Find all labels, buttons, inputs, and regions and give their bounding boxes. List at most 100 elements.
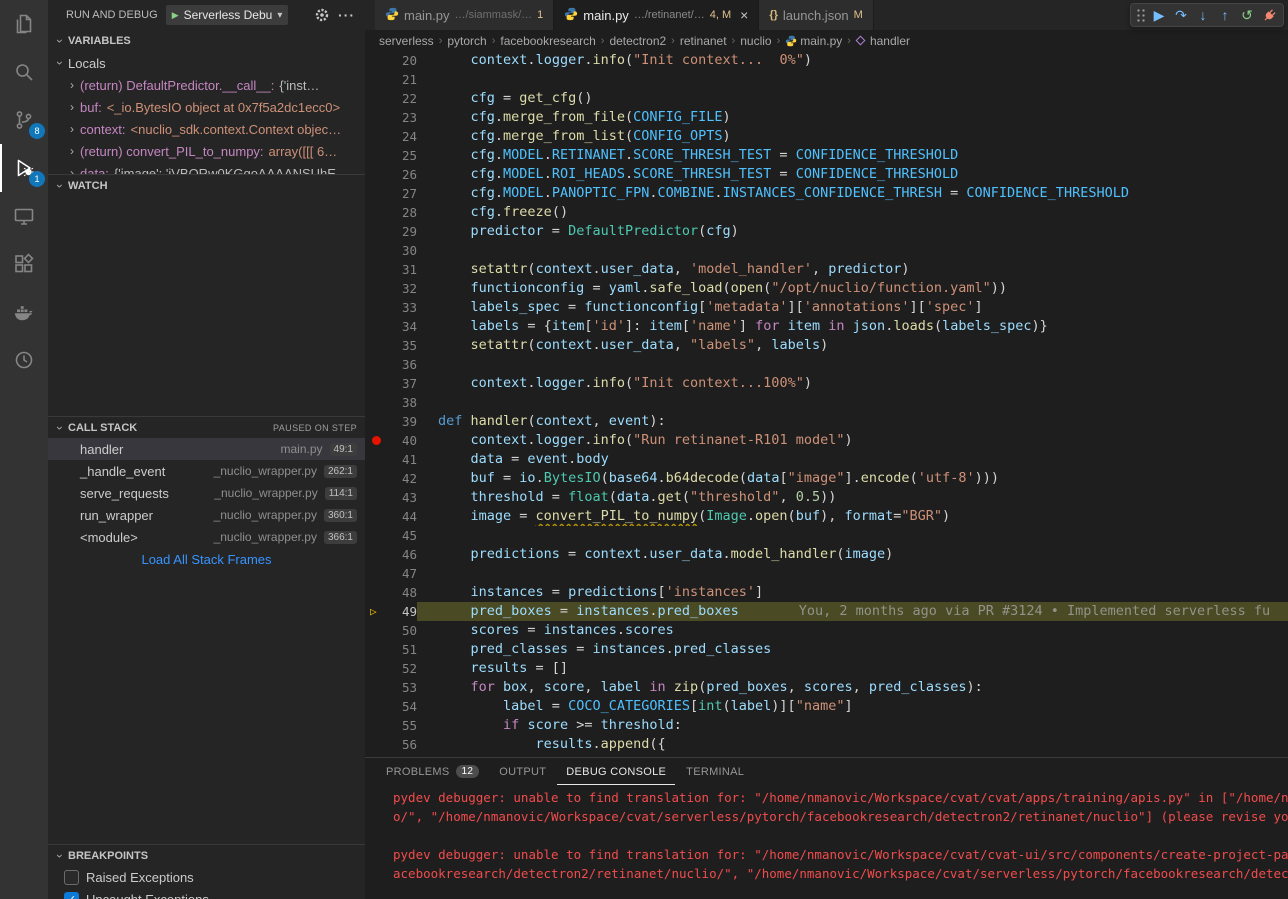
breakpoint-margin[interactable] xyxy=(365,621,389,640)
stack-frame[interactable]: run_wrapper _nuclio_wrapper.py 360:1 xyxy=(48,504,365,526)
code-text: context.logger.info("Init context...100%… xyxy=(417,374,1288,393)
gear-icon[interactable] xyxy=(314,7,330,23)
breadcrumb-item[interactable]: detectron2 xyxy=(609,34,666,48)
breakpoint-icon[interactable] xyxy=(365,431,389,450)
breakpoint-margin[interactable] xyxy=(365,260,389,279)
breakpoint-margin[interactable] xyxy=(365,678,389,697)
breakpoint-margin[interactable] xyxy=(365,222,389,241)
remote-explorer-icon[interactable] xyxy=(0,192,48,240)
checkbox-unchecked[interactable] xyxy=(64,870,79,885)
search-icon[interactable] xyxy=(0,48,48,96)
run-and-debug-icon[interactable]: 1 xyxy=(0,144,48,192)
stack-frame[interactable]: _handle_event _nuclio_wrapper.py 262:1 xyxy=(48,460,365,482)
tab-main-py-siammask[interactable]: main.py …/siammask/… 1 xyxy=(375,0,554,30)
tab-problems[interactable]: PROBLEMS 12 xyxy=(377,758,488,785)
stack-frame[interactable]: serve_requests _nuclio_wrapper.py 114:1 xyxy=(48,482,365,504)
docker-icon[interactable] xyxy=(0,288,48,336)
stack-frame[interactable]: <module> _nuclio_wrapper.py 366:1 xyxy=(48,526,365,548)
tab-launch-json[interactable]: {} launch.json M xyxy=(759,0,874,30)
variable-row[interactable]: › (return) DefaultPredictor.__call__: {'… xyxy=(48,74,365,96)
breakpoint-margin[interactable] xyxy=(365,165,389,184)
breakpoint-margin[interactable] xyxy=(365,697,389,716)
breakpoint-margin[interactable] xyxy=(365,583,389,602)
disconnect-button[interactable] xyxy=(1258,4,1280,26)
breakpoints-section-header[interactable]: › BREAKPOINTS xyxy=(48,844,365,866)
breakpoint-margin[interactable] xyxy=(365,203,389,222)
breakpoint-margin[interactable] xyxy=(365,127,389,146)
breakpoint-margin[interactable] xyxy=(365,469,389,488)
breadcrumb-item[interactable]: handler xyxy=(870,34,910,48)
code-editor[interactable]: 20 context.logger.info("Init context... … xyxy=(365,51,1288,757)
call-stack-section-header[interactable]: › CALL STACK PAUSED ON STEP xyxy=(48,416,365,438)
breakpoint-margin[interactable] xyxy=(365,355,389,374)
more-actions-icon[interactable]: ··· xyxy=(338,7,355,23)
breakpoint-margin[interactable] xyxy=(365,146,389,165)
breakpoint-margin[interactable] xyxy=(365,507,389,526)
restart-button[interactable]: ↺ xyxy=(1236,4,1258,26)
breakpoint-margin[interactable] xyxy=(365,488,389,507)
start-debug-icon[interactable]: ▶ xyxy=(172,10,179,21)
breakpoint-margin[interactable] xyxy=(365,659,389,678)
frame-file: main.py xyxy=(281,442,330,456)
breakpoint-margin[interactable] xyxy=(365,526,389,545)
debug-config-dropdown[interactable]: ▶ Serverless Debu ▾ xyxy=(166,5,289,25)
breakpoint-margin[interactable] xyxy=(365,393,389,412)
breakpoint-margin[interactable] xyxy=(365,298,389,317)
line-number: 56 xyxy=(389,735,417,754)
breakpoint-margin[interactable] xyxy=(365,70,389,89)
breakpoint-margin[interactable] xyxy=(365,241,389,260)
breakpoint-margin[interactable] xyxy=(365,51,389,70)
breakpoint-margin[interactable] xyxy=(365,317,389,336)
debug-console-output[interactable]: pydev debugger: unable to find translati… xyxy=(365,785,1288,899)
step-into-button[interactable]: ↓ xyxy=(1192,4,1214,26)
clock-icon[interactable] xyxy=(0,336,48,384)
variable-row[interactable]: › buf: <_io.BytesIO object at 0x7f5a2dc1… xyxy=(48,96,365,118)
debug-current-frame-icon[interactable]: ▷ xyxy=(365,602,389,621)
tab-debug-console[interactable]: DEBUG CONSOLE xyxy=(557,758,675,785)
watch-section-header[interactable]: › WATCH xyxy=(48,174,365,196)
breakpoint-margin[interactable] xyxy=(365,336,389,355)
breadcrumb-item[interactable]: facebookresearch xyxy=(500,34,595,48)
breakpoint-margin[interactable] xyxy=(365,564,389,583)
extensions-icon[interactable] xyxy=(0,240,48,288)
breakpoint-margin[interactable] xyxy=(365,716,389,735)
explorer-icon[interactable] xyxy=(0,0,48,48)
breadcrumb-item[interactable]: main.py xyxy=(800,34,842,48)
variables-section-header[interactable]: › VARIABLES xyxy=(48,30,365,52)
step-out-button[interactable]: ↑ xyxy=(1214,4,1236,26)
breadcrumb-item[interactable]: pytorch xyxy=(447,34,486,48)
code-line-51: 51 pred_classes = instances.pred_classes xyxy=(365,640,1288,659)
breakpoint-margin[interactable] xyxy=(365,184,389,203)
breakpoint-margin[interactable] xyxy=(365,89,389,108)
checkbox-checked[interactable]: ✓ xyxy=(64,892,79,899)
variable-row[interactable]: › (return) convert_PIL_to_numpy: array([… xyxy=(48,140,365,162)
tab-main-py-retinanet[interactable]: main.py …/retinanet/… 4, M × xyxy=(554,0,759,30)
close-icon[interactable]: × xyxy=(740,8,748,22)
breakpoint-raised-exceptions[interactable]: Raised Exceptions xyxy=(48,866,365,888)
tab-terminal[interactable]: TERMINAL xyxy=(677,758,753,785)
breakpoint-margin[interactable] xyxy=(365,108,389,127)
stack-frame[interactable]: handler main.py 49:1 xyxy=(48,438,365,460)
load-all-stack-frames-link[interactable]: Load All Stack Frames xyxy=(48,548,365,570)
breadcrumb-item[interactable]: nuclio xyxy=(740,34,771,48)
source-control-icon[interactable]: 8 xyxy=(0,96,48,144)
grip-icon[interactable] xyxy=(1136,8,1146,23)
tab-output[interactable]: OUTPUT xyxy=(490,758,555,785)
breadcrumb-item[interactable]: retinanet xyxy=(680,34,727,48)
breakpoint-uncaught-exceptions[interactable]: ✓ Uncaught Exceptions xyxy=(48,888,365,899)
breakpoint-margin[interactable] xyxy=(365,735,389,754)
line-number: 36 xyxy=(389,355,417,374)
breakpoint-margin[interactable] xyxy=(365,412,389,431)
chevron-right-icon: › xyxy=(64,78,80,92)
breakpoint-margin[interactable] xyxy=(365,279,389,298)
continue-button[interactable]: ▶ xyxy=(1148,4,1170,26)
variable-row[interactable]: › data: {'image': 'iVBORw0KGgoAAAANSUhE… xyxy=(48,162,365,174)
scope-locals[interactable]: › Locals xyxy=(48,52,365,74)
breakpoint-margin[interactable] xyxy=(365,545,389,564)
breakpoint-margin[interactable] xyxy=(365,450,389,469)
breadcrumb-item[interactable]: serverless xyxy=(379,34,434,48)
breakpoint-margin[interactable] xyxy=(365,640,389,659)
variable-row[interactable]: › context: <nuclio_sdk.context.Context o… xyxy=(48,118,365,140)
step-over-button[interactable]: ↷ xyxy=(1170,4,1192,26)
breakpoint-margin[interactable] xyxy=(365,374,389,393)
